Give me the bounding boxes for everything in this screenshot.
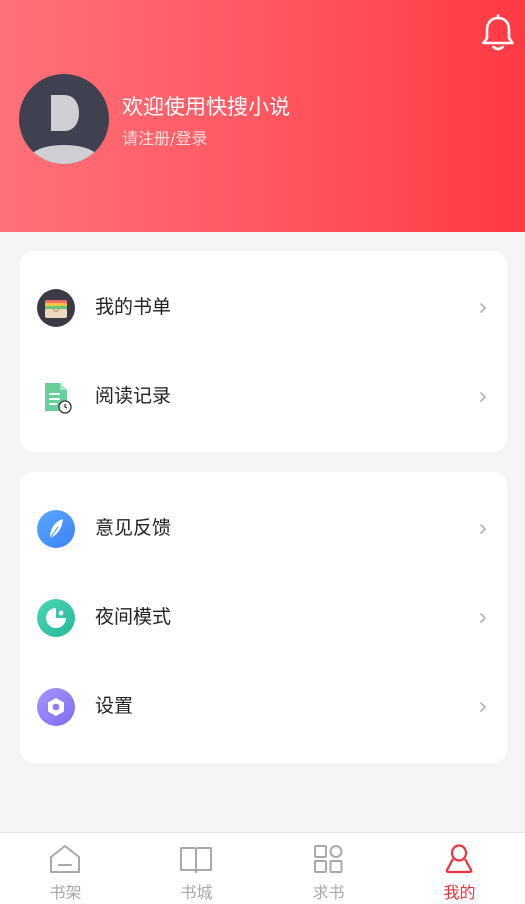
menu-item-label: 我的书单 <box>95 296 172 318</box>
chevron-right-icon <box>480 613 486 623</box>
user-icon <box>445 844 473 874</box>
menu-item-label: 夜间模式 <box>95 606 172 628</box>
settings-icon <box>37 688 75 726</box>
menu-item-settings[interactable]: 设置 <box>20 662 507 751</box>
tab-label: 我的 <box>443 883 476 902</box>
chevron-right-icon <box>480 702 486 712</box>
menu-item-label: 设置 <box>95 695 134 717</box>
tab-bookstore[interactable]: 书城 <box>131 833 262 904</box>
avatar[interactable] <box>19 74 109 164</box>
menu-item-night-mode[interactable]: 夜间模式 <box>20 573 507 662</box>
chevron-right-icon <box>480 524 486 534</box>
menu-item-label: 阅读记录 <box>95 385 172 407</box>
menu-card-settings: 意见反馈 夜间模式 设置 <box>20 472 507 763</box>
booklist-icon <box>37 289 75 327</box>
bell-icon[interactable] <box>480 14 516 52</box>
feedback-icon <box>37 510 75 548</box>
tab-label: 书城 <box>180 883 213 902</box>
welcome-text: 欢迎使用快搜小说 <box>122 95 290 119</box>
menu-item-label: 意见反馈 <box>95 517 172 539</box>
tab-label: 书架 <box>49 883 82 902</box>
tab-mine[interactable]: 我的 <box>394 833 525 904</box>
tab-bookshelf[interactable]: 书架 <box>0 833 131 904</box>
profile-header: 欢迎使用快搜小说 请注册/登录 <box>0 0 525 232</box>
grid-icon <box>314 845 343 873</box>
menu-item-feedback[interactable]: 意见反馈 <box>20 484 507 573</box>
default-avatar-icon <box>31 95 97 164</box>
bottom-tab-bar: 书架 书城 求书 我的 <box>0 832 525 904</box>
login-register-link[interactable]: 请注册/登录 <box>122 125 207 149</box>
night-mode-icon <box>37 599 75 637</box>
chevron-right-icon <box>480 303 486 313</box>
menu-card-library: 我的书单 阅读记录 <box>20 251 507 452</box>
reading-history-icon <box>45 383 72 414</box>
tab-label: 求书 <box>312 883 345 902</box>
home-bookshelf-icon <box>50 845 80 873</box>
menu-item-reading-history[interactable]: 阅读记录 <box>20 352 507 441</box>
tab-request-book[interactable]: 求书 <box>263 833 394 904</box>
open-book-icon <box>180 847 212 873</box>
menu-item-booklist[interactable]: 我的书单 <box>20 263 507 352</box>
chevron-right-icon <box>480 392 486 402</box>
